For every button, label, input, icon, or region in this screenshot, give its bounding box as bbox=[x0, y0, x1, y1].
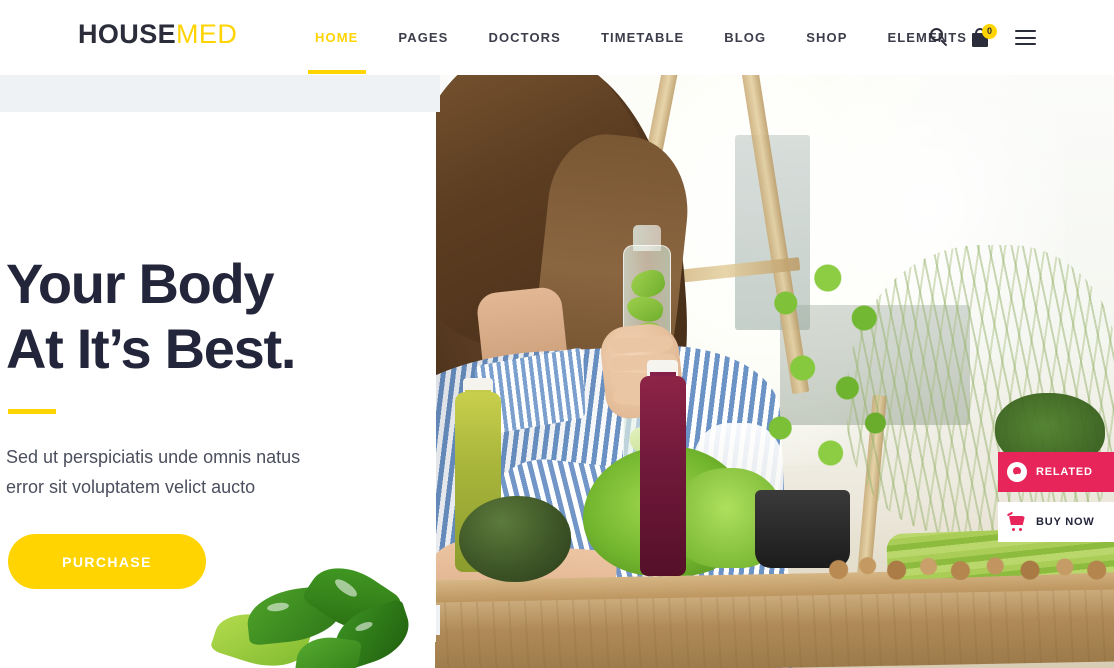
hero-content-panel: Your Body At It’s Best. Sed ut perspicia… bbox=[0, 112, 436, 668]
basil-leaves-icon bbox=[205, 551, 418, 668]
potted-plant-foliage bbox=[755, 258, 895, 508]
accent-divider bbox=[8, 409, 56, 414]
nav-label: SHOP bbox=[806, 30, 848, 45]
shopping-bag-icon: 0 bbox=[971, 23, 997, 49]
hero-subtitle-line-1: Sed ut perspiciatis unde omnis natus bbox=[6, 447, 301, 467]
hero-section: Your Body At It’s Best. Sed ut perspicia… bbox=[0, 75, 1114, 668]
purchase-button[interactable]: PURCHASE bbox=[8, 534, 206, 589]
nav-label: HOME bbox=[315, 30, 359, 45]
berry-smoothie-bottle bbox=[640, 376, 686, 576]
nav-label: TIMETABLE bbox=[600, 30, 685, 45]
nav-item-pages[interactable]: PAGES bbox=[378, 0, 468, 75]
related-button[interactable]: RELATED bbox=[998, 452, 1114, 492]
active-nav-underline bbox=[307, 70, 366, 74]
floating-side-buttons: RELATED BUY NOW bbox=[998, 452, 1114, 542]
page-root: HOUSEMED HOME PAGES DOCTORS TIMETABLE BL… bbox=[0, 0, 1114, 668]
site-header: HOUSEMED HOME PAGES DOCTORS TIMETABLE BL… bbox=[0, 0, 1114, 75]
nuts bbox=[827, 554, 1114, 580]
header-tools: 0 bbox=[930, 0, 1036, 75]
nav-label: DOCTORS bbox=[488, 30, 561, 45]
hero-title-line-1: Your Body bbox=[6, 252, 275, 315]
search-button[interactable] bbox=[930, 28, 949, 47]
cart-button[interactable]: 0 bbox=[971, 23, 997, 49]
search-icon bbox=[930, 28, 949, 47]
nav-item-timetable[interactable]: TIMETABLE bbox=[581, 0, 704, 75]
top-grey-band bbox=[0, 75, 440, 112]
hero-title-line-2: At It’s Best. bbox=[6, 316, 296, 380]
hero-subtitle-line-2: error sit voluptatem velict aucto bbox=[6, 477, 256, 498]
hero-subtitle: Sed ut perspiciatis unde omnis natus err… bbox=[6, 442, 406, 502]
avocado bbox=[459, 496, 571, 582]
logo-secondary-text: MED bbox=[176, 19, 238, 49]
nav-item-home[interactable]: HOME bbox=[295, 0, 378, 75]
nav-item-blog[interactable]: BLOG bbox=[704, 0, 786, 75]
shopping-cart-icon bbox=[998, 511, 1036, 531]
main-navigation: HOME PAGES DOCTORS TIMETABLE BLOG SHOP E… bbox=[295, 0, 987, 75]
site-logo[interactable]: HOUSEMED bbox=[78, 21, 237, 48]
nav-item-doctors[interactable]: DOCTORS bbox=[468, 0, 580, 75]
buy-now-button[interactable]: BUY NOW bbox=[998, 502, 1114, 542]
menu-toggle-button[interactable] bbox=[1015, 30, 1036, 45]
cart-count-badge: 0 bbox=[982, 23, 997, 39]
logo-primary-text: HOUSE bbox=[78, 19, 177, 49]
envato-mark-icon bbox=[998, 462, 1036, 483]
nav-item-shop[interactable]: SHOP bbox=[786, 0, 867, 75]
hamburger-menu-icon bbox=[1015, 30, 1036, 45]
wood-grain-texture bbox=[435, 589, 1114, 668]
page-title: Your Body At It’s Best. bbox=[6, 252, 436, 382]
related-button-label: RELATED bbox=[1036, 466, 1093, 478]
nav-label: BLOG bbox=[724, 30, 767, 45]
nav-label: PAGES bbox=[398, 30, 449, 45]
hero-photo bbox=[435, 75, 1114, 668]
buy-now-button-label: BUY NOW bbox=[1036, 516, 1095, 528]
